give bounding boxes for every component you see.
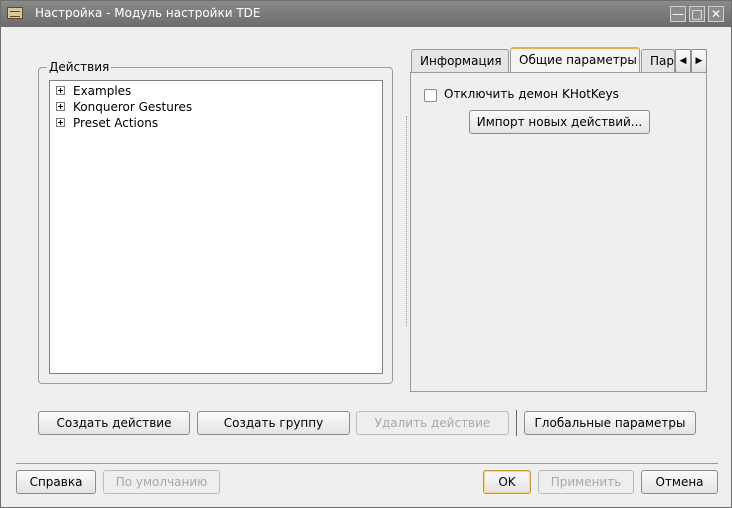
- close-icon[interactable]: ✕: [708, 6, 724, 22]
- help-button[interactable]: Справка: [16, 470, 96, 494]
- disable-daemon-checkbox[interactable]: [424, 89, 437, 102]
- arrow-right-icon[interactable]: ▶: [691, 49, 707, 73]
- tree-item-label: Konqueror Gestures: [73, 100, 193, 114]
- actions-tree[interactable]: Examples Konqueror Gestures Preset Actio…: [49, 80, 383, 374]
- tab-general[interactable]: Общие параметры: [510, 47, 640, 73]
- actions-group: Действия Examples Konqueror Gestures Pre…: [38, 60, 393, 384]
- tab-information[interactable]: Информация: [411, 49, 509, 73]
- disable-daemon-label: Отключить демон KHotKeys: [444, 87, 619, 101]
- defaults-button[interactable]: По умолчанию: [103, 470, 220, 494]
- button-separator: [516, 410, 517, 436]
- arrow-left-icon[interactable]: ◀: [675, 49, 691, 73]
- tree-item-label: Preset Actions: [73, 116, 159, 130]
- create-group-button[interactable]: Создать группу: [197, 411, 350, 435]
- title-bar[interactable]: Настройка - Модуль настройки TDE — □ ✕: [1, 1, 731, 27]
- splitter-handle[interactable]: [406, 116, 409, 326]
- expand-icon[interactable]: [56, 118, 65, 127]
- tree-item-label: Examples: [73, 84, 132, 98]
- global-settings-button[interactable]: Глобальные параметры: [524, 411, 696, 435]
- delete-action-button[interactable]: Удалить действие: [356, 411, 509, 435]
- window-title: Настройка - Модуль настройки TDE: [35, 6, 261, 20]
- create-action-button[interactable]: Создать действие: [38, 411, 190, 435]
- tab-parameters[interactable]: Пара: [641, 49, 675, 73]
- actions-group-title: Действия: [47, 60, 112, 74]
- cancel-button[interactable]: Отмена: [641, 470, 718, 494]
- ok-button[interactable]: OK: [483, 470, 531, 494]
- minimize-icon[interactable]: —: [670, 6, 686, 22]
- apply-button[interactable]: Применить: [538, 470, 634, 494]
- import-actions-button[interactable]: Импорт новых действий...: [469, 110, 650, 134]
- general-tab-panel: Отключить демон KHotKeys Импорт новых де…: [410, 72, 707, 392]
- settings-window: Настройка - Модуль настройки TDE — □ ✕ Д…: [0, 0, 732, 508]
- dialog-separator: [16, 463, 718, 464]
- expand-icon[interactable]: [56, 102, 65, 111]
- keyboard-icon[interactable]: [7, 7, 23, 19]
- maximize-icon[interactable]: □: [689, 6, 705, 22]
- expand-icon[interactable]: [56, 86, 65, 95]
